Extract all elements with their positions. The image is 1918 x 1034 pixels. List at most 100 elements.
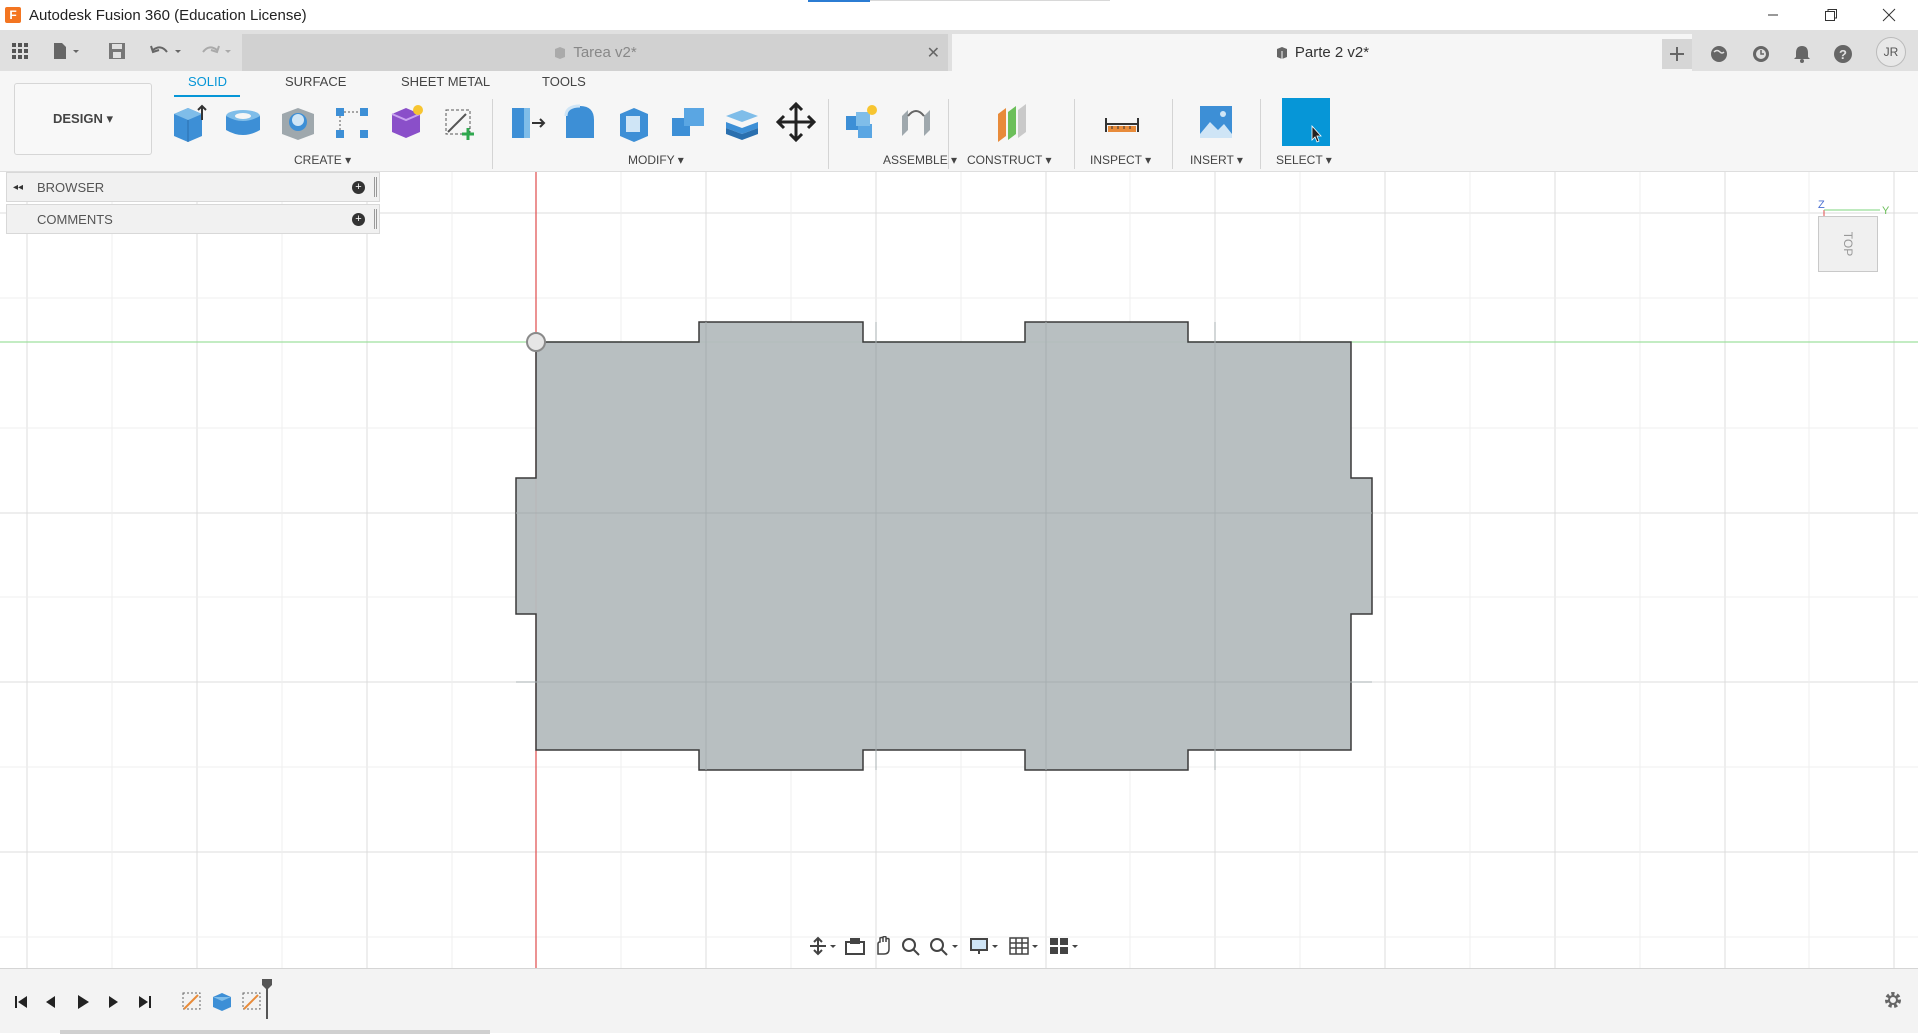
tab-solid[interactable]: SOLID [188, 74, 227, 89]
move-copy-button[interactable] [774, 100, 818, 144]
new-component-button[interactable] [168, 100, 212, 144]
grid-settings-button[interactable] [1008, 933, 1042, 959]
save-button[interactable] [106, 30, 128, 71]
pattern-button[interactable] [330, 100, 374, 144]
help-button[interactable]: ? [1828, 39, 1858, 69]
browser-panel[interactable]: ◂◂ BROWSER + [6, 172, 380, 202]
close-window-button[interactable] [1860, 0, 1918, 30]
user-avatar[interactable]: JR [1876, 37, 1906, 67]
notifications-button[interactable] [1787, 39, 1817, 69]
separator [1172, 99, 1173, 169]
comments-panel[interactable]: COMMENTS + [6, 204, 380, 234]
cursor-icon [1311, 124, 1322, 143]
step-forward-icon [109, 996, 118, 1008]
file-menu-button[interactable] [46, 30, 86, 71]
construct-plane-icon [998, 104, 1026, 142]
monitor-icon [970, 938, 998, 954]
offset-plane-button[interactable] [990, 100, 1034, 144]
separator [828, 99, 829, 169]
skip-end-icon [139, 996, 151, 1008]
minimize-button[interactable] [1744, 0, 1802, 30]
timeline-scroll-track[interactable] [60, 1030, 490, 1034]
joint-button[interactable] [894, 100, 938, 144]
title-bar: F Autodesk Fusion 360 (Education License… [0, 0, 1918, 30]
split-body-icon [726, 110, 758, 140]
extensions-button[interactable] [1704, 39, 1734, 69]
step-forward-button[interactable] [102, 991, 124, 1013]
timeline-extrude-item[interactable] [210, 989, 234, 1013]
create-form-button[interactable] [384, 100, 428, 144]
grid-apps-icon [12, 42, 28, 59]
extrude-feature-icon [213, 993, 231, 1011]
select-menu[interactable]: SELECT ▾ [1276, 153, 1332, 167]
image-icon [1200, 106, 1232, 138]
undo-button[interactable] [146, 30, 186, 71]
tab-tarea-label: Tarea v2* [573, 44, 637, 61]
add-comment-icon[interactable]: + [352, 213, 365, 226]
hole-icon [282, 108, 314, 140]
fit-button[interactable] [928, 933, 962, 959]
revolve-button[interactable] [221, 100, 265, 144]
step-back-icon [46, 996, 55, 1008]
restore-button[interactable] [1802, 0, 1860, 30]
go-to-start-button[interactable] [10, 991, 32, 1013]
combine-button[interactable] [666, 100, 710, 144]
expand-browser-icon[interactable]: + [352, 181, 365, 194]
tab-tools[interactable]: TOOLS [542, 74, 586, 89]
undo-icon [150, 45, 181, 53]
combine-icon [672, 108, 704, 136]
save-icon [109, 42, 125, 59]
close-tab-tarea-button[interactable]: ✕ [927, 43, 940, 63]
insert-canvas-button[interactable] [1194, 100, 1238, 144]
select-button[interactable] [1282, 98, 1330, 146]
display-settings-button[interactable] [968, 933, 1002, 959]
assemble-menu[interactable]: ASSEMBLE ▾ [883, 153, 957, 167]
timeline-settings-button[interactable] [1882, 989, 1904, 1017]
sketch-icon [445, 109, 474, 140]
create-menu[interactable]: CREATE ▾ [294, 153, 351, 167]
workspace-switcher[interactable]: DESIGN ▾ [14, 83, 152, 155]
orbit-button[interactable] [808, 933, 838, 959]
job-status-button[interactable] [1746, 39, 1776, 69]
press-pull-button[interactable] [504, 100, 548, 144]
panel-grip-icon[interactable] [374, 209, 377, 229]
close-icon [1882, 8, 1896, 22]
create-sketch-button[interactable] [438, 100, 482, 144]
new-tab-button[interactable] [1662, 39, 1692, 69]
step-back-button[interactable] [40, 991, 62, 1013]
fillet-button[interactable] [558, 100, 602, 144]
measure-button[interactable] [1100, 100, 1144, 144]
viewports-button[interactable] [1048, 933, 1082, 959]
timeline-marker-icon[interactable] [260, 979, 274, 1019]
redo-button[interactable] [196, 30, 236, 71]
title-accent-bar [808, 0, 870, 2]
file-icon [54, 42, 79, 59]
viewcube[interactable]: TOP [1818, 216, 1878, 272]
ribbon-toolbar: DESIGN ▾ SOLID SURFACE SHEET METAL TOOLS… [0, 71, 1918, 172]
construct-menu[interactable]: CONSTRUCT ▾ [967, 153, 1051, 167]
modify-menu[interactable]: MODIFY ▾ [628, 153, 684, 167]
inspect-menu[interactable]: INSPECT ▾ [1090, 153, 1151, 167]
tab-surface[interactable]: SURFACE [285, 74, 346, 89]
insert-menu[interactable]: INSERT ▾ [1190, 153, 1243, 167]
tab-parte-2[interactable]: Parte 2 v2* ✕ [952, 34, 1692, 71]
go-to-end-button[interactable] [134, 991, 156, 1013]
viewcube-face-label: TOP [1840, 231, 1855, 257]
shell-button[interactable] [612, 100, 656, 144]
tab-tarea[interactable]: Tarea v2* ✕ [242, 34, 948, 71]
look-at-button[interactable] [844, 933, 866, 959]
play-button[interactable] [72, 991, 94, 1013]
design-canvas[interactable]: ◂◂ BROWSER + COMMENTS + Z Y X TOP [0, 172, 1918, 968]
new-component-assemble-button[interactable] [840, 100, 884, 144]
pan-button[interactable] [872, 933, 894, 959]
document-tab-bar: Tarea v2* ✕ Parte 2 v2* ✕ [0, 30, 1918, 71]
tab-sheet-metal[interactable]: SHEET METAL [401, 74, 490, 89]
fusion-logo-icon: F [5, 7, 21, 23]
data-panel-button[interactable] [6, 30, 34, 71]
split-body-button[interactable] [720, 100, 764, 144]
hole-button[interactable] [276, 100, 320, 144]
timeline-sketch-item[interactable] [180, 989, 204, 1013]
zoom-button[interactable] [900, 933, 922, 959]
collapse-arrows-icon[interactable]: ◂◂ [13, 182, 23, 193]
panel-grip-icon[interactable] [374, 177, 377, 197]
